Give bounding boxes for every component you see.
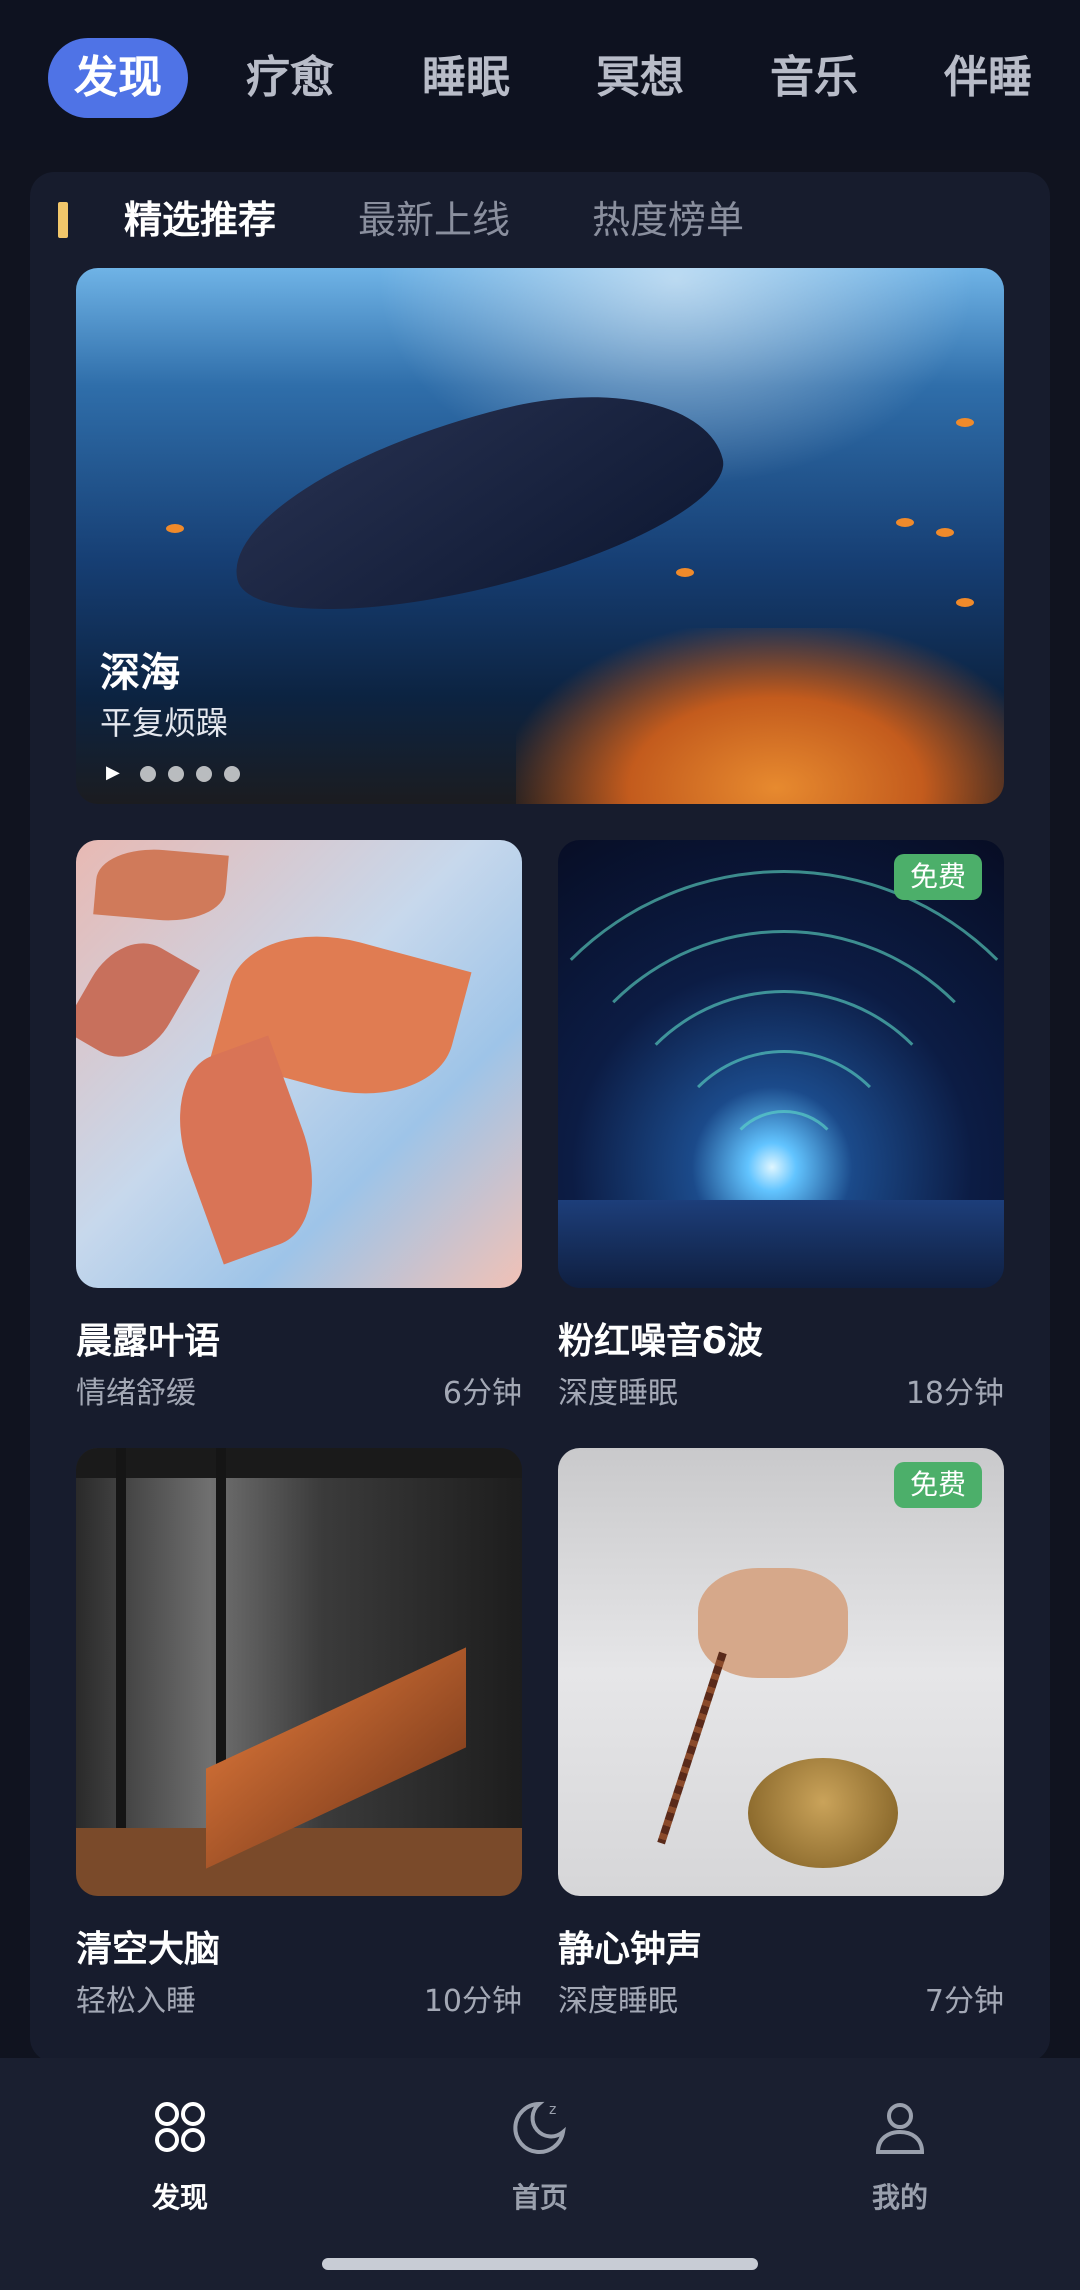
free-badge: 免费 — [893, 1462, 982, 1508]
leaf-shape — [76, 925, 200, 1075]
home-indicator[interactable] — [322, 2258, 758, 2270]
coral-reef-image — [516, 628, 1004, 804]
nav-label: 首页 — [511, 2181, 568, 2214]
tab-discover[interactable]: 发现 — [48, 38, 188, 118]
svg-text:z: z — [549, 2102, 556, 2118]
window-frame — [76, 1448, 522, 1478]
moon-icon: z — [513, 2101, 566, 2154]
fish-decoration — [896, 518, 914, 527]
card-title: 静心钟声 — [558, 1929, 703, 1970]
tab-meditation[interactable]: 冥想 — [570, 38, 710, 118]
nav-item-discover[interactable]: 发现 — [100, 2096, 260, 2216]
fish-decoration — [956, 418, 974, 427]
content-card[interactable]: 免费 静心钟声 深度睡眠 7分钟 — [558, 1448, 1004, 2028]
card-duration: 6分钟 — [442, 1376, 522, 1411]
card-duration: 10分钟 — [423, 1984, 522, 2019]
nav-label: 发现 — [151, 2181, 208, 2214]
nav-item-profile[interactable]: 我的 — [820, 2096, 980, 2216]
sub-tab-accent-bar — [58, 202, 68, 238]
card-duration: 18分钟 — [905, 1376, 1004, 1411]
nav-label: 我的 — [871, 2181, 928, 2214]
card-thumbnail: 免费 — [558, 1448, 1004, 1896]
card-category: 深度睡眠 — [558, 1376, 678, 1411]
top-tab-bar: 发现 疗愈 睡眠 冥想 音乐 伴睡 — [0, 0, 1080, 150]
wooden-floor — [76, 1828, 522, 1896]
banner-title: 深海 — [100, 650, 180, 696]
fish-decoration — [676, 568, 694, 577]
wave-surface — [558, 1200, 1004, 1288]
prayer-beads — [657, 1651, 727, 1845]
card-thumbnail — [76, 840, 522, 1288]
sub-tab-newest[interactable]: 最新上线 — [358, 192, 510, 248]
leaf-shape — [93, 844, 229, 926]
card-thumbnail: 免费 — [558, 840, 1004, 1288]
card-thumbnail — [76, 1448, 522, 1896]
sub-tab-featured[interactable]: 精选推荐 — [124, 192, 276, 248]
tab-music[interactable]: 音乐 — [744, 38, 884, 118]
free-badge: 免费 — [893, 854, 982, 900]
bottom-navigation: 发现 z 首页 我的 — [0, 2058, 1080, 2290]
carousel-dot[interactable] — [196, 766, 212, 782]
card-category: 轻松入睡 — [76, 1984, 196, 2019]
nav-item-home[interactable]: z 首页 — [460, 2096, 620, 2216]
carousel-dot[interactable] — [224, 766, 240, 782]
singing-bowl — [748, 1758, 898, 1868]
fish-decoration — [956, 598, 974, 607]
banner-carousel[interactable]: 深海 平复烦躁 ▶ — [76, 268, 1004, 804]
fish-decoration — [166, 524, 184, 533]
card-title: 晨露叶语 — [76, 1321, 221, 1362]
play-icon[interactable]: ▶ — [106, 762, 120, 783]
card-category: 情绪舒缓 — [76, 1376, 196, 1411]
tab-sleep[interactable]: 睡眠 — [396, 38, 536, 118]
fish-decoration — [936, 528, 954, 537]
content-card[interactable]: 晨露叶语 情绪舒缓 6分钟 — [76, 840, 522, 1420]
sub-tab-popular[interactable]: 热度榜单 — [592, 192, 744, 248]
carousel-dot[interactable] — [140, 766, 156, 782]
banner-subtitle: 平复烦躁 — [100, 704, 229, 742]
card-title: 清空大脑 — [76, 1929, 221, 1970]
tab-sleep-companion[interactable]: 伴睡 — [918, 38, 1058, 118]
grid-icon — [155, 2102, 205, 2152]
card-duration: 7分钟 — [924, 1984, 1004, 2019]
card-title: 粉红噪音δ波 — [558, 1321, 763, 1362]
carousel-dot[interactable] — [168, 766, 184, 782]
content-card[interactable]: 免费 粉红噪音δ波 深度睡眠 18分钟 — [558, 840, 1004, 1420]
card-category: 深度睡眠 — [558, 1984, 678, 2019]
person-icon — [875, 2103, 925, 2154]
content-panel: 精选推荐 最新上线 热度榜单 深海 平复烦躁 ▶ 晨露叶语 情绪舒缓 6分钟 免… — [30, 172, 1050, 2062]
content-card[interactable]: 清空大脑 轻松入睡 10分钟 — [76, 1448, 522, 2028]
tab-healing[interactable]: 疗愈 — [220, 38, 360, 118]
